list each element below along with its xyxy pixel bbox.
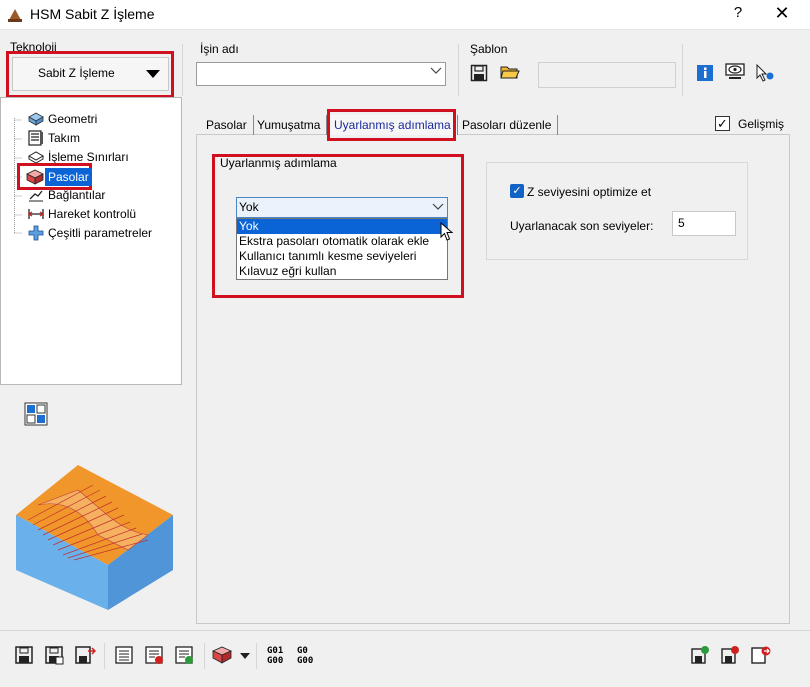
separator — [204, 643, 205, 669]
job-name-input[interactable] — [196, 62, 446, 86]
pointer-settings-icon[interactable] — [754, 62, 776, 84]
info-icon[interactable] — [694, 62, 716, 84]
help-button[interactable]: ? — [728, 4, 748, 24]
chevron-down-icon[interactable] — [432, 201, 444, 215]
dropdown-option[interactable]: Yok — [237, 219, 447, 234]
passes-icon — [26, 168, 44, 189]
part-preview-image — [8, 460, 178, 610]
gcode-label: G00 — [297, 656, 314, 666]
z-optimize-checkbox[interactable]: ✓ — [510, 184, 524, 198]
dropdown-arrow-icon[interactable] — [146, 70, 160, 78]
toolpath-add-icon[interactable] — [174, 645, 196, 667]
teknoloji-value: Sabit Z İşleme — [38, 66, 115, 80]
tab-yumusatma[interactable]: Yumuşatma — [251, 115, 328, 135]
gcode-button-1[interactable]: G01 G00 — [267, 646, 283, 666]
tree-item-cesitli-parametreler[interactable]: Çeşitli parametreler — [48, 224, 152, 242]
template-label: Şablon — [470, 42, 508, 56]
tab-pasolar[interactable]: Pasolar — [200, 115, 254, 135]
window-title: HSM Sabit Z İşleme — [30, 6, 155, 22]
open-folder-icon[interactable] — [499, 61, 521, 83]
separator — [104, 643, 105, 669]
save-template-icon[interactable] — [468, 62, 490, 84]
tree-item-baglantilar[interactable]: Bağlantılar — [48, 186, 105, 204]
dropdown-option[interactable]: Ekstra pasoları otomatik olarak ekle — [237, 234, 447, 249]
job-name-label: İşin adı — [200, 42, 239, 56]
gcode-label: G01 — [267, 646, 284, 656]
misc-params-icon — [28, 225, 44, 244]
geometry-icon — [28, 111, 44, 130]
preview-icon[interactable] — [724, 61, 746, 83]
toolpath-list-icon[interactable] — [114, 645, 136, 667]
save-icon[interactable] — [14, 645, 36, 667]
separator — [256, 643, 257, 669]
tab-highlight — [327, 109, 456, 141]
adaptive-select-value: Yok — [239, 200, 259, 214]
z-optimize-label: Z seviyesini optimize et — [527, 185, 652, 199]
tree-item-geometri[interactable]: Geometri — [48, 110, 97, 128]
gcode-button-2[interactable]: G0 G00 — [297, 646, 313, 666]
adaptive-group-label: Uyarlanmış adımlama — [220, 156, 337, 170]
stock-icon[interactable] — [212, 645, 234, 667]
chevron-down-icon[interactable] — [430, 66, 442, 79]
save-as-icon[interactable] — [44, 645, 66, 667]
layout-toggle-icon[interactable] — [24, 402, 48, 429]
dropdown-arrow-icon[interactable] — [240, 653, 250, 659]
advanced-checkbox[interactable]: ✓ — [715, 116, 730, 131]
adaptive-dropdown-list: Yok Ekstra pasoları otomatik olarak ekle… — [236, 218, 448, 280]
levels-label: Uyarlanacak son seviyeler: — [510, 219, 654, 233]
gcode-label: G00 — [267, 656, 284, 666]
tree-item-hareket-kontrolu[interactable]: Hareket kontrolü — [48, 205, 136, 223]
advanced-label: Gelişmiş — [738, 117, 785, 131]
dropdown-option[interactable]: Kullanıcı tanımlı kesme seviyeleri — [237, 249, 447, 264]
tab-pasolari-duzenle[interactable]: Pasoları düzenle — [456, 115, 559, 135]
motion-control-icon — [27, 206, 45, 225]
gcode-label: G0 — [297, 646, 308, 656]
levels-input[interactable]: 5 — [672, 211, 736, 236]
tool-icon — [28, 130, 44, 149]
dropdown-option[interactable]: Kılavuz eğri kullan — [237, 264, 447, 279]
close-button[interactable]: ✕ — [772, 3, 792, 23]
separator — [0, 630, 810, 631]
exit-icon[interactable] — [750, 645, 772, 667]
separator — [182, 44, 183, 96]
add-template-icon[interactable] — [690, 645, 712, 667]
adaptive-select[interactable] — [236, 197, 448, 218]
app-icon — [6, 6, 24, 24]
tree-item-takim[interactable]: Takım — [48, 129, 80, 147]
links-icon — [28, 187, 44, 206]
save-export-icon[interactable] — [74, 645, 97, 667]
tree-item-pasolar[interactable]: Pasolar — [45, 168, 92, 186]
separator — [458, 44, 459, 96]
remove-template-icon[interactable] — [720, 645, 742, 667]
template-field[interactable] — [538, 62, 676, 88]
mouse-cursor-icon — [440, 221, 454, 245]
toolpath-delete-icon[interactable] — [144, 645, 166, 667]
separator — [682, 44, 683, 96]
